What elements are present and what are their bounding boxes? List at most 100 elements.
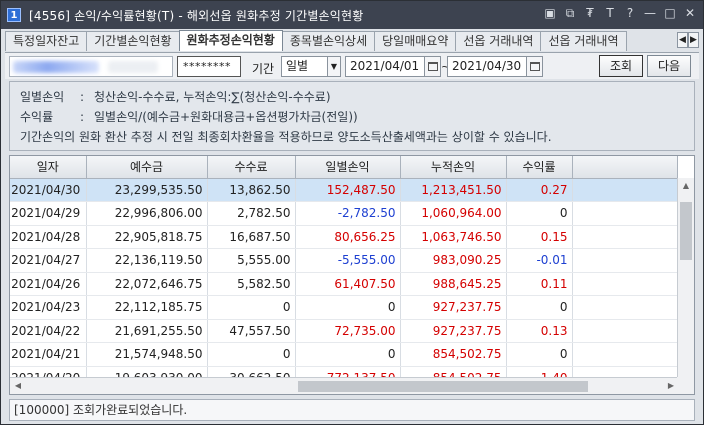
horizontal-scrollbar[interactable]: ◀ ▶ xyxy=(10,377,679,394)
pin-icon[interactable]: ₮ xyxy=(583,6,597,20)
date-to-field[interactable]: 2021/04/30 xyxy=(447,56,543,77)
cell-date: 2021/04/22 xyxy=(10,319,87,343)
cell-fee: 5,555.00 xyxy=(207,248,296,273)
column-header-deposit[interactable]: 예수금 xyxy=(86,156,208,179)
cell-daily-pnl: 152,487.50 xyxy=(295,178,401,202)
cell-cumulative-pnl: 983,090.25 xyxy=(400,248,507,273)
column-header-date[interactable]: 일자 xyxy=(10,156,87,179)
period-select[interactable]: 일별 ▼ xyxy=(281,56,341,77)
horizontal-scroll-thumb[interactable] xyxy=(298,381,588,392)
table-row[interactable]: 2021/04/26 22,072,646.75 5,582.50 61,407.50… xyxy=(10,272,678,296)
calendar-icon[interactable] xyxy=(526,57,542,76)
info-separator: : xyxy=(80,110,85,124)
date-from-value: 2021/04/01 xyxy=(350,59,420,73)
pnl-table: 일자 예수금 수수료 일별손익 누적손익 수익률 2021/04/30 23,29… xyxy=(9,155,695,395)
cell-deposit: 23,299,535.50 xyxy=(86,178,208,202)
window: 1 [4556] 손익/수익률현황(T) - 해외선옵 원화추정 기간별손익현황… xyxy=(0,0,704,425)
password-field[interactable]: ******** xyxy=(177,56,241,77)
cell-fee: 16,687.50 xyxy=(207,225,296,249)
restore-icon[interactable]: ▣ xyxy=(543,6,557,20)
cell-empty xyxy=(572,272,678,296)
cell-empty xyxy=(572,201,678,226)
scroll-left-icon[interactable]: ◀ xyxy=(10,378,26,394)
account-name-blurred xyxy=(108,61,158,73)
tab-scroll-arrows: ◀ ▶ xyxy=(677,32,699,48)
cell-cumulative-pnl: 1,060,964.00 xyxy=(400,201,507,226)
tab-krw-estimated-pnl[interactable]: 원화추정손익현황 xyxy=(178,30,283,51)
table-row[interactable]: 2021/04/21 21,574,948.50 0 0 854,502.75 0 xyxy=(10,342,678,367)
status-bar: [100000] 조회가완료되었습니다. xyxy=(9,399,695,421)
cell-daily-pnl: 61,407.50 xyxy=(295,272,401,296)
chevron-down-icon[interactable]: ▼ xyxy=(327,57,340,76)
cell-return-rate: 0 xyxy=(506,295,573,320)
period-label: 기간 xyxy=(252,62,275,76)
tab-bar: 특정일자잔고 기간별손익현황 원화추정손익현황 종목별손익상세 당일매매요약 선… xyxy=(5,30,699,51)
font-icon[interactable]: T xyxy=(603,6,617,20)
query-button[interactable]: 조회 xyxy=(599,55,643,77)
cell-return-rate: 0.13 xyxy=(506,319,573,343)
table-row[interactable]: 2021/04/30 23,299,535.50 13,862.50 152,487.… xyxy=(10,178,678,202)
table-row[interactable]: 2021/04/27 22,136,119.50 5,555.00 -5,555.00… xyxy=(10,248,678,273)
cell-fee: 13,862.50 xyxy=(207,178,296,202)
pnl-grid-table: 일자 예수금 수수료 일별손익 누적손익 수익률 2021/04/30 23,29… xyxy=(10,156,678,390)
cell-daily-pnl: 80,656.25 xyxy=(295,225,401,249)
cell-deposit: 21,691,255.50 xyxy=(86,319,208,343)
tab-next-icon[interactable]: ▶ xyxy=(688,32,699,48)
cell-fee: 0 xyxy=(207,342,296,367)
cell-return-rate: 0 xyxy=(506,342,573,367)
cell-return-rate: -0.01 xyxy=(506,248,573,273)
tab-period-pnl[interactable]: 기간별손익현황 xyxy=(86,31,180,51)
cell-daily-pnl: 0 xyxy=(295,342,401,367)
cell-deposit: 22,136,119.50 xyxy=(86,248,208,273)
cell-date: 2021/04/30 xyxy=(10,178,87,202)
account-select[interactable] xyxy=(9,56,173,77)
cell-daily-pnl: 0 xyxy=(295,295,401,320)
column-header-return-rate[interactable]: 수익률 xyxy=(506,156,573,179)
cell-cumulative-pnl: 927,237.75 xyxy=(400,319,507,343)
help-icon[interactable]: ? xyxy=(623,6,637,20)
minimize-icon[interactable]: — xyxy=(643,6,657,20)
column-header-daily-pnl[interactable]: 일별손익 xyxy=(295,156,401,179)
table-row[interactable]: 2021/04/22 21,691,255.50 47,557.50 72,735.0… xyxy=(10,319,678,343)
scrollbar-corner xyxy=(677,377,694,394)
column-header-fee[interactable]: 수수료 xyxy=(207,156,296,179)
tab-futopt-history-1[interactable]: 선옵 거래내역 xyxy=(455,31,542,51)
cell-date: 2021/04/26 xyxy=(10,272,87,296)
cell-deposit: 22,112,185.75 xyxy=(86,295,208,320)
cell-return-rate: 0 xyxy=(506,201,573,226)
next-button[interactable]: 다음 xyxy=(647,55,691,77)
calendar-icon[interactable] xyxy=(424,57,440,76)
table-row[interactable]: 2021/04/28 22,905,818.75 16,687.50 80,656.2… xyxy=(10,225,678,249)
table-row[interactable]: 2021/04/23 22,112,185.75 0 0 927,237.75 0 xyxy=(10,295,678,320)
table-row[interactable]: 2021/04/29 22,996,806.00 2,782.50 -2,782.50… xyxy=(10,201,678,226)
screen-number-badge: 1 xyxy=(7,8,21,22)
cell-fee: 2,782.50 xyxy=(207,201,296,226)
cell-daily-pnl: -2,782.50 xyxy=(295,201,401,226)
close-icon[interactable]: ✕ xyxy=(683,6,697,20)
maximize-icon[interactable]: □ xyxy=(663,6,677,20)
info-note: 기간손익의 원화 환산 추정 시 전일 최종회차환율을 적용하므로 양도소득산출… xyxy=(20,130,552,144)
cell-empty xyxy=(572,248,678,273)
tab-futopt-history-2[interactable]: 선옵 거래내역 xyxy=(540,31,627,51)
tab-specific-date-balance[interactable]: 특정일자잔고 xyxy=(5,31,88,51)
cell-fee: 47,557.50 xyxy=(207,319,296,343)
tab-item-pnl-detail[interactable]: 종목별손익상세 xyxy=(281,31,376,51)
cell-deposit: 22,905,818.75 xyxy=(86,225,208,249)
date-from-field[interactable]: 2021/04/01 xyxy=(345,56,441,77)
tab-prev-icon[interactable]: ◀ xyxy=(677,32,688,48)
copy-icon[interactable]: ⧉ xyxy=(563,6,577,20)
column-header-cumulative-pnl[interactable]: 누적손익 xyxy=(400,156,507,179)
cell-deposit: 22,996,806.00 xyxy=(86,201,208,226)
tab-daily-trade-summary[interactable]: 당일매매요약 xyxy=(374,31,457,51)
cell-fee: 0 xyxy=(207,295,296,320)
vertical-scroll-thumb[interactable] xyxy=(680,202,692,260)
scroll-up-icon[interactable]: ▲ xyxy=(678,178,694,194)
cell-deposit: 22,072,646.75 xyxy=(86,272,208,296)
cell-daily-pnl: 72,735.00 xyxy=(295,319,401,343)
info-row-daily-pnl: 일별손익 : 청산손익-수수료, 누적손익:∑(청산손익-수수료) xyxy=(20,87,684,107)
cell-date: 2021/04/29 xyxy=(10,201,87,226)
cell-empty xyxy=(572,178,678,202)
cell-cumulative-pnl: 1,213,451.50 xyxy=(400,178,507,202)
vertical-scrollbar[interactable]: ▲ ▼ xyxy=(677,178,694,394)
table-header: 일자 예수금 수수료 일별손익 누적손익 수익률 xyxy=(10,156,678,179)
